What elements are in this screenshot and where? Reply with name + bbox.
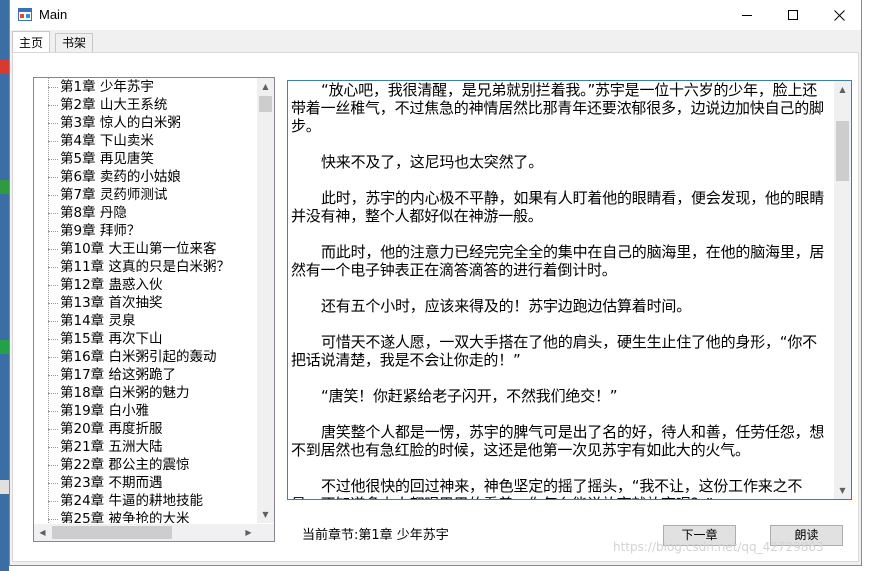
tab-page-home: 第1章 少年苏宇 第2章 山大王系统 第3章 惊人的白米粥 第4章 下山卖米 第… — [12, 52, 859, 562]
scroll-right-arrow-icon[interactable]: ▶ — [240, 524, 257, 541]
paragraph: 不过他很快的回过神来，神色坚定的摇了摇头，“我不让，这份工作来之不易，不知道多少… — [291, 477, 803, 499]
scroll-thumb[interactable] — [259, 96, 272, 112]
tab-strip: 主页 书架 — [10, 31, 861, 53]
chapter-item[interactable]: 第12章 蛊惑入伙 — [34, 276, 256, 294]
paragraph: “唐笑！你赶紧给老子闪开，不然我们绝交！” — [321, 387, 618, 405]
chapter-item[interactable]: 第14章 灵泉 — [34, 312, 256, 330]
scroll-left-arrow-icon[interactable]: ◀ — [34, 524, 51, 541]
scrollbar-corner — [257, 524, 274, 541]
scroll-thumb[interactable] — [52, 526, 172, 539]
chapter-item[interactable]: 第6章 卖药的小姑娘 — [34, 168, 256, 186]
desktop-background — [0, 0, 9, 571]
chapter-item[interactable]: 第1章 少年苏宇 — [34, 78, 256, 96]
chapter-content-textbox[interactable]: “放心吧，我很清醒，是兄弟就别拦着我。”苏宇是一位十六岁的少年，脸上还带着一丝稚… — [287, 80, 852, 500]
chapter-item[interactable]: 第2章 山大王系统 — [34, 96, 256, 114]
chapter-item[interactable]: 第19章 白小雅 — [34, 402, 256, 420]
tree-vertical-scrollbar[interactable]: ▲ ▼ — [257, 78, 274, 523]
chapter-item[interactable]: 第13章 首次抽奖 — [34, 294, 256, 312]
chapter-item[interactable]: 第7章 灵药师测试 — [34, 186, 256, 204]
desktop-icon — [0, 60, 9, 74]
title-bar[interactable]: Main — [10, 0, 861, 30]
chapter-item[interactable]: 第9章 拜师？ — [34, 222, 256, 240]
chapter-item[interactable]: 第21章 五洲大陆 — [34, 438, 256, 456]
chapter-item[interactable]: 第18章 白米粥的魅力 — [34, 384, 256, 402]
scroll-thumb[interactable] — [836, 121, 849, 181]
desktop-icon — [0, 340, 9, 354]
scroll-down-arrow-icon[interactable]: ▼ — [834, 482, 851, 499]
minimize-icon — [741, 14, 752, 16]
main-window: Main 主页 书架 第1章 少年苏宇 第2章 山大王系统 第3章 惊人的白米粥… — [9, 0, 862, 566]
chapter-item[interactable]: 第4章 下山卖米 — [34, 132, 256, 150]
chapter-item[interactable]: 第8章 丹隐 — [34, 204, 256, 222]
close-icon — [833, 9, 845, 21]
chapter-item[interactable]: 第5章 再见唐笑 — [34, 150, 256, 168]
chapter-item[interactable]: 第17章 给这粥跪了 — [34, 366, 256, 384]
watermark: https://blog.csdn.net/qq_42729863 — [613, 540, 824, 554]
desktop-icon — [0, 180, 9, 194]
paragraph: 快来不及了，这尼玛也太突然了。 — [321, 153, 544, 171]
tab-home[interactable]: 主页 — [12, 31, 51, 53]
paragraph: 唐笑整个人都是一愣，苏宇的脾气可是出了名的好，待人和善，任劳任怨，想不到居然也有… — [291, 423, 825, 459]
chapter-text: “放心吧，我很清醒，是兄弟就别拦着我。”苏宇是一位十六岁的少年，脸上还带着一丝稚… — [291, 81, 831, 499]
paragraph: 而此时，他的注意力已经完完全全的集中在自己的脑海里，在他的脑海里，居然有一个电子… — [291, 243, 825, 279]
scroll-up-arrow-icon[interactable]: ▲ — [257, 78, 274, 95]
chapter-item[interactable]: 第20章 再度折服 — [34, 420, 256, 438]
current-chapter-indicator: 当前章节:第1章 少年苏宇 — [302, 524, 449, 543]
maximize-icon — [787, 9, 798, 20]
tree-horizontal-scrollbar[interactable]: ◀ ▶ — [34, 524, 257, 541]
chapter-item[interactable]: 第11章 这真的只是白米粥？ — [34, 258, 256, 276]
app-icon — [18, 8, 32, 21]
content-vertical-scrollbar[interactable]: ▲ ▼ — [834, 81, 851, 499]
desktop-icon — [0, 480, 9, 494]
paragraph: 还有五个小时，应该来得及的！苏宇边跑边估算着时间。 — [321, 297, 692, 315]
scroll-down-arrow-icon[interactable]: ▼ — [257, 506, 274, 523]
chapter-item[interactable]: 第24章 牛逼的耕地技能 — [34, 492, 256, 510]
close-button[interactable] — [816, 0, 862, 30]
minimize-button[interactable] — [724, 0, 770, 30]
chapter-tree[interactable]: 第1章 少年苏宇 第2章 山大王系统 第3章 惊人的白米粥 第4章 下山卖米 第… — [33, 77, 275, 542]
maximize-button[interactable] — [770, 0, 816, 30]
paragraph: 可惜天不遂人愿，一双大手搭在了他的肩头，硬生生止住了他的身形，“你不把话说清楚，… — [291, 333, 817, 369]
scroll-up-arrow-icon[interactable]: ▲ — [834, 81, 851, 98]
chapter-item[interactable]: 第25章 被争抢的大米 — [34, 510, 256, 523]
chapter-item[interactable]: 第22章 郡公主的震惊 — [34, 456, 256, 474]
chapter-item[interactable]: 第15章 再次下山 — [34, 330, 256, 348]
chapter-item[interactable]: 第23章 不期而遇 — [34, 474, 256, 492]
window-title: Main — [39, 7, 68, 22]
current-chapter-value: 第1章 少年苏宇 — [358, 528, 449, 543]
tab-bookshelf[interactable]: 书架 — [55, 33, 94, 52]
chapter-item[interactable]: 第16章 白米粥引起的轰动 — [34, 348, 256, 366]
current-chapter-label: 当前章节: — [302, 528, 359, 543]
paragraph: “放心吧，我很清醒，是兄弟就别拦着我。”苏宇是一位十六岁的少年，脸上还带着一丝稚… — [291, 81, 824, 135]
paragraph: 此时，苏宇的内心极不平静，如果有人盯着他的眼睛看，便会发现，他的眼睛并没有神，整… — [291, 189, 825, 225]
chapter-list: 第1章 少年苏宇 第2章 山大王系统 第3章 惊人的白米粥 第4章 下山卖米 第… — [34, 78, 256, 523]
chapter-item[interactable]: 第10章 大王山第一位来客 — [34, 240, 256, 258]
chapter-item[interactable]: 第3章 惊人的白米粥 — [34, 114, 256, 132]
